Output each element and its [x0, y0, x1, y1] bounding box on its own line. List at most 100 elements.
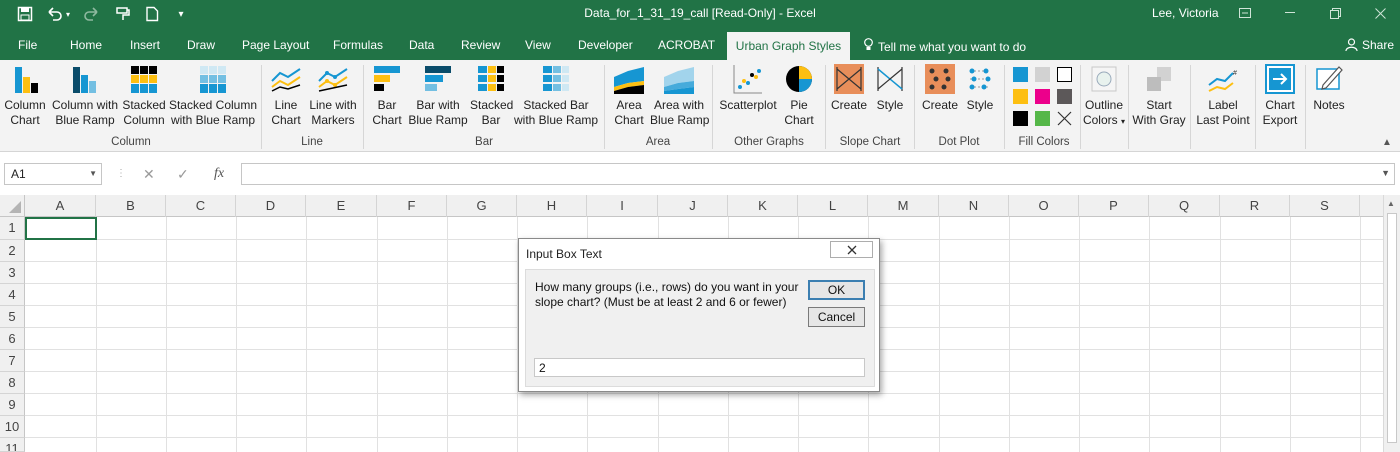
input-field[interactable]: 2	[534, 358, 865, 377]
tell-me-search[interactable]: Tell me what you want to do	[864, 38, 1026, 54]
column-header[interactable]: D	[236, 195, 306, 217]
area-chart-button[interactable]: Area Chart	[609, 63, 649, 128]
column-blue-ramp-button[interactable]: Column with Blue Ramp	[50, 63, 120, 128]
column-header[interactable]: N	[939, 195, 1009, 217]
close-window-icon[interactable]	[1370, 4, 1390, 22]
row-header[interactable]: 10	[0, 416, 25, 438]
column-header[interactable]: H	[517, 195, 587, 217]
fill-color-green-swatch[interactable]	[1035, 111, 1050, 126]
fill-color-blue-swatch[interactable]	[1013, 67, 1028, 82]
stacked-column-blue-ramp-button[interactable]: Stacked Column with Blue Ramp	[168, 63, 258, 128]
slope-style-button[interactable]: Style	[872, 63, 908, 113]
slope-create-button[interactable]: Create	[830, 63, 868, 113]
stacked-column-button[interactable]: Stacked Column	[122, 63, 166, 128]
stacked-bar-button[interactable]: Stacked Bar	[470, 63, 513, 128]
user-name[interactable]: Lee, Victoria	[1152, 6, 1219, 20]
scrollbar-thumb[interactable]	[1387, 213, 1397, 443]
scatterplot-button[interactable]: Scatterplot	[718, 63, 778, 113]
ribbon-tabs: File Home Insert Draw Page Layout Formul…	[0, 28, 1400, 60]
insert-function-icon[interactable]: fx	[214, 166, 224, 182]
tab-formulas[interactable]: Formulas	[333, 38, 383, 52]
column-header[interactable]: S	[1290, 195, 1360, 217]
row-header[interactable]: 2	[0, 240, 25, 262]
column-header[interactable]: L	[798, 195, 868, 217]
bar-chart-button[interactable]: Bar Chart	[368, 63, 406, 128]
row-header[interactable]: 6	[0, 328, 25, 350]
column-header[interactable]: B	[96, 195, 166, 217]
column-chart-button[interactable]: Column Chart	[4, 63, 46, 128]
outline-colors-button[interactable]: Outline Colors ▾	[1082, 63, 1126, 129]
minimize-icon[interactable]	[1280, 4, 1300, 22]
start-with-gray-button[interactable]: Start With Gray	[1130, 63, 1188, 128]
tab-view[interactable]: View	[525, 38, 551, 52]
ribbon-display-options-icon[interactable]	[1235, 4, 1255, 22]
row-header[interactable]: 1	[0, 217, 25, 240]
label-last-point-button[interactable]: # Label Last Point	[1194, 63, 1252, 128]
tab-data[interactable]: Data	[409, 38, 434, 52]
column-header[interactable]: M	[868, 195, 939, 217]
cancel-button[interactable]: Cancel	[808, 307, 865, 327]
tab-file[interactable]: File	[18, 38, 37, 52]
column-header[interactable]: O	[1009, 195, 1079, 217]
row-header[interactable]: 5	[0, 306, 25, 328]
row-header[interactable]: 11	[0, 438, 25, 452]
dot-style-button[interactable]: Style	[962, 63, 998, 113]
column-header[interactable]: I	[587, 195, 658, 217]
tab-insert[interactable]: Insert	[130, 38, 160, 52]
name-box[interactable]: A1 ▼	[4, 163, 102, 185]
row-header[interactable]: 3	[0, 262, 25, 284]
close-icon[interactable]	[830, 241, 873, 258]
tab-home[interactable]: Home	[70, 38, 102, 52]
column-header[interactable]: P	[1079, 195, 1149, 217]
restore-icon[interactable]	[1325, 4, 1345, 22]
cancel-icon[interactable]: ✕	[143, 166, 155, 183]
line-chart-button[interactable]: Line Chart	[266, 63, 306, 128]
chart-export-button[interactable]: Chart Export	[1258, 63, 1302, 128]
vertical-scrollbar[interactable]: ▲	[1383, 195, 1400, 452]
fill-color-yellow-swatch[interactable]	[1013, 89, 1028, 104]
pie-chart-button[interactable]: Pie Chart	[780, 63, 818, 128]
tab-urban-graph-styles[interactable]: Urban Graph Styles	[727, 32, 850, 60]
formula-input[interactable]: ▼	[241, 163, 1395, 185]
row-header[interactable]: 7	[0, 350, 25, 372]
row-header[interactable]: 8	[0, 372, 25, 394]
row-header[interactable]: 4	[0, 284, 25, 306]
scroll-up-icon[interactable]: ▲	[1387, 199, 1395, 208]
enter-icon[interactable]: ✓	[177, 166, 189, 183]
column-header[interactable]: E	[306, 195, 377, 217]
bar-blue-ramp-button[interactable]: Bar with Blue Ramp	[408, 63, 468, 128]
tab-developer[interactable]: Developer	[578, 38, 633, 52]
column-header[interactable]: R	[1220, 195, 1290, 217]
line-markers-button[interactable]: Line with Markers	[308, 63, 358, 128]
collapse-ribbon-icon[interactable]: ▲	[1382, 137, 1392, 148]
row-header[interactable]: 9	[0, 394, 25, 416]
fill-color-darkgray-swatch[interactable]	[1057, 89, 1072, 104]
share-button[interactable]: Share	[1345, 38, 1394, 54]
no-fill-icon[interactable]	[1057, 111, 1072, 126]
chevron-down-icon[interactable]: ▼	[89, 169, 97, 178]
column-header[interactable]: G	[447, 195, 517, 217]
tab-review[interactable]: Review	[461, 38, 500, 52]
stacked-bar-blue-ramp-button[interactable]: Stacked Bar with Blue Ramp	[514, 63, 598, 128]
selected-cell[interactable]	[25, 217, 97, 240]
column-header[interactable]: C	[166, 195, 236, 217]
ok-button[interactable]: OK	[808, 280, 865, 300]
fill-color-white-swatch[interactable]	[1057, 67, 1072, 82]
tab-acrobat[interactable]: ACROBAT	[658, 38, 715, 52]
column-header[interactable]: K	[728, 195, 798, 217]
column-header[interactable]: Q	[1149, 195, 1220, 217]
select-all-corner[interactable]	[0, 195, 25, 217]
fill-color-magenta-swatch[interactable]	[1035, 89, 1050, 104]
column-header[interactable]: J	[658, 195, 728, 217]
column-header[interactable]: A	[25, 195, 96, 217]
fill-color-gray-swatch[interactable]	[1035, 67, 1050, 82]
notes-button[interactable]: Notes	[1308, 63, 1350, 113]
tab-draw[interactable]: Draw	[187, 38, 215, 52]
expand-formula-icon[interactable]: ▼	[1381, 168, 1390, 178]
grid-line	[377, 217, 378, 452]
fill-color-black-swatch[interactable]	[1013, 111, 1028, 126]
dot-create-button[interactable]: Create	[920, 63, 960, 113]
column-header[interactable]: F	[377, 195, 447, 217]
area-blue-ramp-button[interactable]: Area with Blue Ramp	[650, 63, 709, 128]
tab-page-layout[interactable]: Page Layout	[242, 38, 309, 52]
